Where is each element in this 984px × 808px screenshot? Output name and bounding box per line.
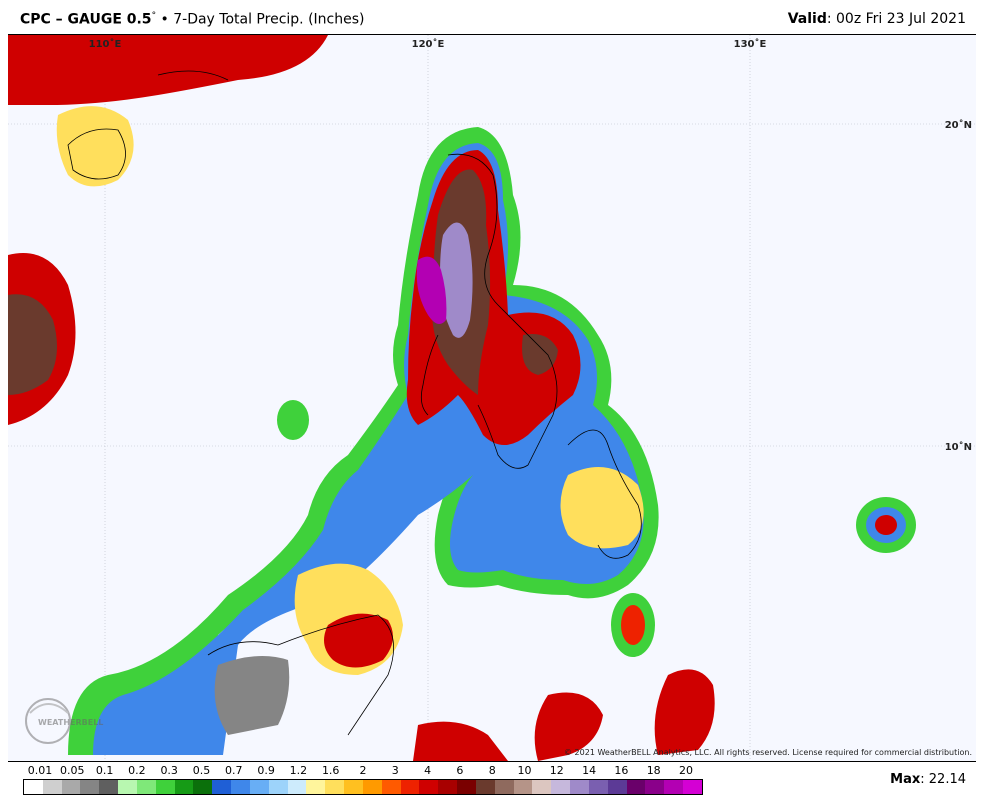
lon-label-110e: 110˚E bbox=[89, 38, 122, 50]
legend-swatch bbox=[438, 780, 458, 794]
precip-cell-west bbox=[277, 400, 309, 440]
legend-swatch bbox=[494, 780, 514, 794]
legend-swatch bbox=[457, 780, 476, 794]
legend-swatch bbox=[645, 780, 665, 794]
legend-tick-label: 0.05 bbox=[60, 764, 85, 777]
lon-label-120e: 120˚E bbox=[412, 38, 445, 50]
max-number: : 22.14 bbox=[920, 772, 966, 787]
legend-swatch bbox=[136, 780, 156, 794]
legend-swatch bbox=[475, 780, 495, 794]
legend-swatch bbox=[626, 780, 646, 794]
legend-tick-label: 0.9 bbox=[257, 764, 275, 777]
legend-swatch bbox=[551, 780, 571, 794]
lon-label-130e: 130˚E bbox=[734, 38, 767, 50]
legend-swatch bbox=[381, 780, 401, 794]
legend-tick-label: 14 bbox=[582, 764, 597, 777]
chart-header: CPC – GAUGE 0.5° • 7-Day Total Precip. (… bbox=[0, 0, 984, 34]
precip-cell-south-core bbox=[621, 605, 645, 645]
product-name: CPC – GAUGE 0.5 bbox=[20, 11, 152, 28]
legend-swatch bbox=[362, 780, 382, 794]
legend-swatch bbox=[118, 780, 137, 794]
legend-swatch bbox=[682, 780, 702, 794]
precip-cell-east-peak bbox=[875, 515, 897, 535]
legend-swatch bbox=[174, 780, 194, 794]
lat-label-10n: 10˚N bbox=[945, 441, 972, 453]
legend-swatch bbox=[61, 780, 81, 794]
legend-tick-label: 6 bbox=[456, 764, 464, 777]
legend-swatch bbox=[513, 780, 533, 794]
valid-time-value: : 00z Fri 23 Jul 2021 bbox=[826, 11, 966, 27]
legend-tick-label: 20 bbox=[679, 764, 693, 777]
legend-swatch bbox=[344, 780, 363, 794]
legend-tick-label: 1.2 bbox=[289, 764, 308, 777]
color-legend: 0.01 0.05 0.1 0.2 0.3 0.5 0.7 0.9 1.2 1.6 2 3 4 6 8 10 1… bbox=[0, 762, 984, 808]
legend-tick-label: 4 bbox=[424, 764, 432, 777]
valid-time: Valid: 00z Fri 23 Jul 2021 bbox=[788, 11, 966, 27]
legend-tick-label: 2 bbox=[359, 764, 367, 777]
legend-swatch bbox=[24, 780, 43, 794]
legend-swatch bbox=[42, 780, 62, 794]
legend-tick-label: 0.5 bbox=[192, 764, 211, 777]
legend-swatch bbox=[532, 780, 552, 794]
field-name: 7-Day Total Precip. (Inches) bbox=[173, 11, 365, 28]
chart-title: CPC – GAUGE 0.5° • 7-Day Total Precip. (… bbox=[20, 11, 364, 28]
legend-tick-label: 10 bbox=[517, 764, 532, 777]
legend-swatch bbox=[193, 780, 213, 794]
legend-tick-label: 16 bbox=[614, 764, 629, 777]
legend-swatch bbox=[570, 780, 589, 794]
legend-swatch bbox=[419, 780, 439, 794]
legend-swatch bbox=[99, 780, 119, 794]
legend-swatch bbox=[155, 780, 175, 794]
legend-swatch bbox=[400, 780, 420, 794]
legend-tick-label: 0.2 bbox=[128, 764, 146, 777]
legend-swatch bbox=[588, 780, 608, 794]
precip-map: 110˚E 120˚E 130˚E 20˚N 10˚N WEATHERBELL … bbox=[8, 34, 976, 762]
legend-tick-label: 1.6 bbox=[321, 764, 340, 777]
legend-tick-label: 3 bbox=[391, 764, 399, 777]
watermark-text: WEATHERBELL bbox=[38, 718, 103, 727]
legend-swatch bbox=[664, 780, 683, 794]
lat-label-20n: 20˚N bbox=[945, 119, 972, 131]
precip-zone-gray bbox=[214, 656, 290, 735]
title-separator: • bbox=[160, 11, 169, 28]
legend-swatch bbox=[306, 780, 326, 794]
legend-tick-label: 0.7 bbox=[225, 764, 243, 777]
legend-swatch bbox=[325, 780, 345, 794]
valid-label: Valid bbox=[787, 11, 827, 27]
max-value: Max: 22.14 bbox=[890, 772, 966, 787]
legend-swatch bbox=[268, 780, 288, 794]
legend-tick-label: 0.01 bbox=[27, 764, 53, 777]
map-canvas: 110˚E 120˚E 130˚E 20˚N 10˚N WEATHERBELL … bbox=[8, 35, 976, 761]
legend-swatch bbox=[287, 780, 307, 794]
copyright-notice: © 2021 WeatherBELL Analytics, LLC. All r… bbox=[564, 748, 972, 757]
legend-tick-label: 0.3 bbox=[160, 764, 178, 777]
legend-colorbar bbox=[23, 779, 703, 795]
legend-tick-label: 12 bbox=[549, 764, 564, 777]
legend-tick-label: 0.1 bbox=[95, 764, 114, 777]
legend-swatch bbox=[80, 780, 100, 794]
legend-tick-label: 8 bbox=[488, 764, 496, 777]
legend-tick-label: 18 bbox=[646, 764, 661, 777]
degree-mark: ° bbox=[151, 11, 157, 21]
legend-swatch bbox=[607, 780, 627, 794]
legend-swatch bbox=[249, 780, 269, 794]
legend-swatch bbox=[212, 780, 232, 794]
legend-swatch bbox=[231, 780, 250, 794]
max-label: Max bbox=[890, 772, 921, 787]
